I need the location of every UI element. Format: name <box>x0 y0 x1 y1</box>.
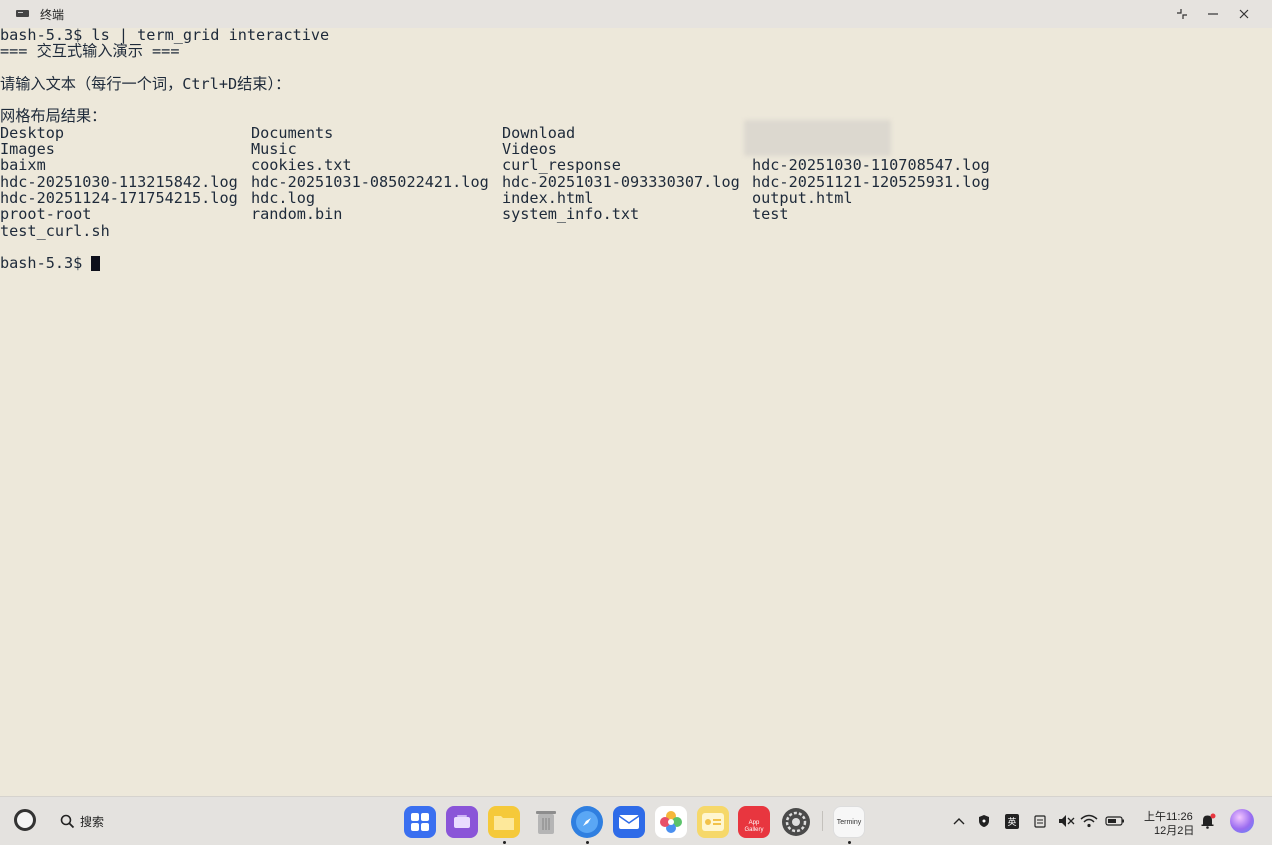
window-title: 终端 <box>40 8 65 22</box>
terminal-output[interactable]: bash-5.3$ ls | term_grid interactive ===… <box>0 27 1272 794</box>
grid-cell: hdc.log <box>251 188 316 207</box>
gear-icon <box>782 808 810 836</box>
note-card-icon <box>702 813 724 831</box>
speaker-muted-icon <box>1059 815 1075 827</box>
search-label: 搜索 <box>80 814 105 829</box>
multitask-icon[interactable] <box>446 806 478 838</box>
search-icon <box>60 814 75 828</box>
chevron-up-icon <box>953 818 965 825</box>
result-header: 网格布局结果： <box>0 107 107 126</box>
minimize-icon <box>1208 13 1218 15</box>
grid-cell: baixm <box>0 156 46 175</box>
flower-icon <box>660 811 682 833</box>
command-line: bash-5.3$ ls | term_grid interactive <box>0 26 330 44</box>
grid-row: Desktop Documents Download <box>0 123 1272 142</box>
assistant-icon[interactable] <box>1230 809 1254 833</box>
grid-cell: output.html <box>752 188 853 207</box>
grid-cell: random.bin <box>251 205 343 224</box>
title-bar: 终端 <box>0 0 1272 28</box>
wifi-icon <box>1080 814 1098 828</box>
battery-icon <box>1105 816 1124 826</box>
grid-row: hdc-20251030-113215842.log hdc-20251031-… <box>0 172 1272 191</box>
photos-icon[interactable] <box>655 806 687 838</box>
minimize-button[interactable] <box>1201 4 1225 24</box>
bell-icon <box>1201 813 1216 829</box>
security-button[interactable] <box>976 812 992 830</box>
app-grid-glyph-icon <box>411 813 429 831</box>
terminal-app-label: Terminy <box>836 818 862 826</box>
volume-button[interactable] <box>1058 812 1076 830</box>
clipboard-icon <box>1034 815 1046 828</box>
final-prompt-line: bash-5.3$ <box>0 255 1272 271</box>
grid-cell: index.html <box>502 188 594 207</box>
ime-button[interactable]: 英 <box>1004 812 1020 830</box>
shield-icon <box>979 815 989 827</box>
grid-cell: hdc-20251030-110708547.log <box>752 156 990 175</box>
envelope-icon <box>618 815 640 829</box>
grid-row: proot-root random.bin system_info.txt te… <box>0 205 1272 224</box>
settings-icon[interactable] <box>780 806 812 838</box>
grid-row: Images Music Videos <box>0 140 1272 159</box>
grid-cell: Videos <box>502 140 557 159</box>
app-gallery-label: App Gallery <box>744 820 764 833</box>
notifications-button[interactable] <box>1199 812 1217 830</box>
grid-cell: Documents <box>251 123 334 142</box>
grid-cell: proot-root <box>0 205 92 224</box>
trash-icon <box>536 811 556 834</box>
restore-button[interactable] <box>1170 4 1194 24</box>
grid-cell: Desktop <box>0 123 65 142</box>
grid-cell: Images <box>0 140 55 159</box>
close-icon <box>1239 9 1249 19</box>
close-button[interactable] <box>1232 4 1256 24</box>
battery-button[interactable] <box>1105 812 1125 830</box>
mail-icon[interactable] <box>613 806 645 838</box>
app-grid-icon[interactable] <box>404 806 436 838</box>
windows-glyph-icon <box>454 815 470 828</box>
clipboard-button[interactable] <box>1031 812 1049 830</box>
grid-cell: hdc-20251124-171754215.log <box>0 188 238 207</box>
search-button[interactable]: 搜索 <box>60 811 104 831</box>
folder-icon <box>494 816 514 830</box>
taskbar: 搜索 App Gallery Terminy 英 上午11:26 12月2日 <box>0 796 1272 845</box>
notes-icon[interactable] <box>697 806 729 838</box>
grid-cell: test <box>752 205 789 224</box>
shell-prompt: bash-5.3$ <box>0 254 92 273</box>
grid-cell: system_info.txt <box>502 205 640 224</box>
recycle-bin-icon[interactable] <box>530 806 562 838</box>
start-button[interactable] <box>14 809 36 831</box>
grid-row: hdc-20251124-171754215.log hdc.log index… <box>0 188 1272 207</box>
grid-cell: hdc-20251031-093330307.log <box>502 172 740 191</box>
grid-cell: curl_response <box>502 156 621 175</box>
ime-label: 英 <box>1005 813 1019 829</box>
redacted-region <box>744 120 891 156</box>
dock-divider <box>822 811 823 831</box>
restore-icon <box>1177 9 1187 19</box>
grid-cell: Music <box>251 140 297 159</box>
grid-cell: hdc-20251121-120525931.log <box>752 172 990 191</box>
grid-row: baixm cookies.txt curl_response hdc-2025… <box>0 156 1272 175</box>
grid-cell: hdc-20251031-085022421.log <box>251 172 489 191</box>
compass-icon <box>576 811 598 833</box>
wifi-button[interactable] <box>1080 812 1098 830</box>
browser-icon[interactable] <box>571 806 603 838</box>
clock-date[interactable]: 12月2日 <box>1154 822 1194 838</box>
terminal-app-icon[interactable]: Terminy <box>833 806 865 838</box>
terminal-app-icon <box>16 10 29 17</box>
grid-cell: hdc-20251030-113215842.log <box>0 172 238 191</box>
text-cursor <box>91 256 101 272</box>
grid-cell: test_curl.sh <box>0 221 110 240</box>
tray-expand-button[interactable] <box>952 812 966 830</box>
files-icon[interactable] <box>488 806 520 838</box>
banner-line: === 交互式输入演示 === <box>0 42 180 61</box>
app-gallery-icon[interactable]: App Gallery <box>738 806 770 838</box>
grid-cell: cookies.txt <box>251 156 352 175</box>
grid-cell: Download <box>502 123 576 142</box>
grid-row: test_curl.sh <box>0 221 1272 240</box>
input-prompt-line: 请输入文本（每行一个词，Ctrl+D结束）： <box>0 74 291 93</box>
